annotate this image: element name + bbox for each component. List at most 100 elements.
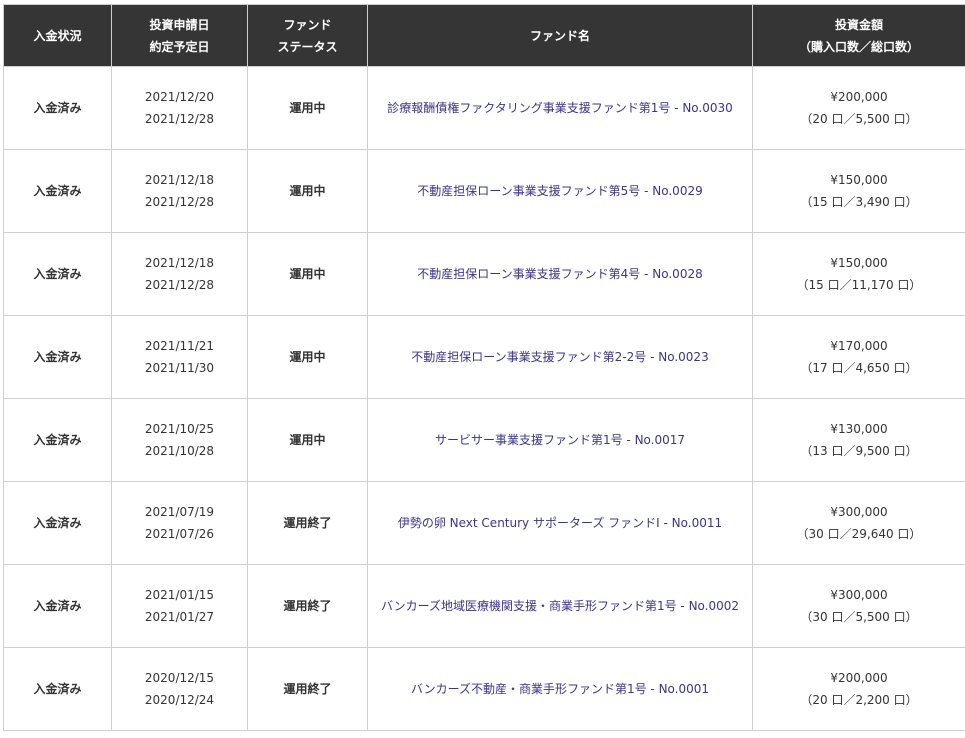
payment-status: 入金済み: [3, 398, 112, 482]
payment-status: 入金済み: [3, 647, 112, 731]
header-label: ファンド名: [529, 28, 590, 43]
dates-cell: 2021/10/25 2021/10/28: [111, 398, 248, 482]
fund-status-text: 運用中: [289, 267, 326, 281]
fund-status: 運用中: [247, 398, 368, 482]
units-count: （30 口／5,500 口）: [800, 610, 918, 624]
amount-cell: ¥170,000 （17 口／4,650 口）: [752, 315, 965, 399]
settle-date: 2021/07/26: [144, 527, 215, 541]
header-fund-status-line1: ファンド: [283, 17, 332, 32]
fund-status-text: 運用終了: [283, 516, 332, 530]
fund-name-link[interactable]: サービサー事業支援ファンド第1号 - No.0017: [435, 433, 685, 447]
fund-name-cell: 不動産担保ローン事業支援ファンド第2-2号 - No.0023: [367, 315, 753, 399]
investment-amount: ¥300,000: [830, 588, 888, 602]
fund-name-cell: 診療報酬債権ファクタリング事業支援ファンド第1号 - No.0030: [367, 66, 753, 150]
investment-history: 入金状況 投資申請日 約定予定日 ファンド ステータス ファンド名 投資金額 （…: [3, 4, 965, 731]
header-applied-date: 投資申請日: [149, 17, 210, 32]
investment-amount: ¥200,000: [830, 671, 888, 685]
fund-name-link[interactable]: 不動産担保ローン事業支援ファンド第2-2号 - No.0023: [411, 350, 708, 364]
units-count: （17 口／4,650 口）: [800, 361, 918, 375]
fund-name-link[interactable]: 伊勢の卵 Next Century サポーターズ ファンドⅠ - No.0011: [398, 516, 722, 530]
table-body: 入金済み 2021/12/20 2021/12/28 運用中 診療報酬債権ファク…: [3, 66, 965, 731]
table-row: 入金済み 2021/12/18 2021/12/28 運用中 不動産担保ローン事…: [3, 149, 965, 233]
payment-status-text: 入金済み: [33, 433, 82, 447]
amount-cell: ¥300,000 （30 口／29,640 口）: [752, 481, 965, 565]
fund-status-text: 運用終了: [283, 599, 332, 613]
fund-status: 運用中: [247, 232, 368, 316]
fund-name-cell: 伊勢の卵 Next Century サポーターズ ファンドⅠ - No.0011: [367, 481, 753, 565]
header-row: 入金状況 投資申請日 約定予定日 ファンド ステータス ファンド名 投資金額 （…: [3, 4, 965, 67]
payment-status: 入金済み: [3, 481, 112, 565]
payment-status-text: 入金済み: [33, 184, 82, 198]
table-row: 入金済み 2021/11/21 2021/11/30 運用中 不動産担保ローン事…: [3, 315, 965, 399]
units-count: （20 口／2,200 口）: [800, 693, 918, 707]
payment-status: 入金済み: [3, 564, 112, 648]
fund-status: 運用終了: [247, 481, 368, 565]
fund-name-link[interactable]: 診療報酬債権ファクタリング事業支援ファンド第1号 - No.0030: [387, 101, 733, 115]
fund-status: 運用終了: [247, 647, 368, 731]
settle-date: 2021/12/28: [144, 278, 215, 292]
table-row: 入金済み 2021/10/25 2021/10/28 運用中 サービサー事業支援…: [3, 398, 965, 482]
table-row: 入金済み 2021/07/19 2021/07/26 運用終了 伊勢の卵 Nex…: [3, 481, 965, 565]
amount-cell: ¥150,000 （15 口／11,170 口）: [752, 232, 965, 316]
payment-status: 入金済み: [3, 149, 112, 233]
dates-cell: 2021/12/20 2021/12/28: [111, 66, 248, 150]
dates-cell: 2021/12/18 2021/12/28: [111, 232, 248, 316]
fund-name-link[interactable]: 不動産担保ローン事業支援ファンド第4号 - No.0028: [417, 267, 702, 281]
fund-name-link[interactable]: バンカーズ不動産・商業手形ファンド第1号 - No.0001: [411, 682, 709, 696]
investment-amount: ¥130,000: [830, 422, 888, 436]
table-row: 入金済み 2021/01/15 2021/01/27 運用終了 バンカーズ地域医…: [3, 564, 965, 648]
amount-cell: ¥300,000 （30 口／5,500 口）: [752, 564, 965, 648]
fund-status-text: 運用終了: [283, 682, 332, 696]
fund-name-link[interactable]: バンカーズ地域医療機関支援・商業手形ファンド第1号 - No.0002: [381, 599, 739, 613]
payment-status-text: 入金済み: [33, 516, 82, 530]
investment-amount: ¥150,000: [830, 173, 888, 187]
applied-date: 2021/12/20: [144, 90, 215, 104]
dates-cell: 2021/11/21 2021/11/30: [111, 315, 248, 399]
settle-date: 2021/10/28: [144, 444, 215, 458]
fund-status-text: 運用中: [289, 101, 326, 115]
header-label: 入金状況: [33, 28, 82, 43]
settle-date: 2021/01/27: [144, 610, 215, 624]
amount-cell: ¥150,000 （15 口／3,490 口）: [752, 149, 965, 233]
applied-date: 2021/12/18: [144, 173, 215, 187]
amount-cell: ¥130,000 （13 口／9,500 口）: [752, 398, 965, 482]
table-header: 入金状況 投資申請日 約定予定日 ファンド ステータス ファンド名 投資金額 （…: [3, 4, 965, 67]
table-row: 入金済み 2021/12/20 2021/12/28 運用中 診療報酬債権ファク…: [3, 66, 965, 150]
dates-cell: 2021/12/18 2021/12/28: [111, 149, 248, 233]
fund-name-link[interactable]: 不動産担保ローン事業支援ファンド第5号 - No.0029: [417, 184, 702, 198]
fund-status-text: 運用中: [289, 350, 326, 364]
fund-name-cell: 不動産担保ローン事業支援ファンド第5号 - No.0029: [367, 149, 753, 233]
payment-status-text: 入金済み: [33, 267, 82, 281]
header-fund-status: ファンド ステータス: [247, 4, 368, 67]
settle-date: 2021/12/28: [144, 195, 215, 209]
fund-status: 運用中: [247, 149, 368, 233]
header-dates: 投資申請日 約定予定日: [111, 4, 248, 67]
units-count: （15 口／3,490 口）: [800, 195, 918, 209]
payment-status-text: 入金済み: [33, 682, 82, 696]
payment-status-text: 入金済み: [33, 350, 82, 364]
units-count: （13 口／9,500 口）: [800, 444, 918, 458]
investment-amount: ¥150,000: [830, 256, 888, 270]
header-amount: 投資金額 （購入口数／総口数）: [752, 4, 965, 67]
fund-name-cell: サービサー事業支援ファンド第1号 - No.0017: [367, 398, 753, 482]
investment-table: 入金状況 投資申請日 約定予定日 ファンド ステータス ファンド名 投資金額 （…: [3, 4, 965, 731]
header-amount-line1: 投資金額: [834, 17, 883, 32]
fund-status: 運用中: [247, 315, 368, 399]
investment-amount: ¥170,000: [830, 339, 888, 353]
units-count: （20 口／5,500 口）: [800, 112, 918, 126]
units-count: （30 口／29,640 口）: [796, 527, 922, 541]
dates-cell: 2021/07/19 2021/07/26: [111, 481, 248, 565]
amount-cell: ¥200,000 （20 口／2,200 口）: [752, 647, 965, 731]
payment-status: 入金済み: [3, 315, 112, 399]
applied-date: 2021/07/19: [144, 505, 215, 519]
dates-cell: 2020/12/15 2020/12/24: [111, 647, 248, 731]
applied-date: 2021/01/15: [144, 588, 215, 602]
fund-name-cell: 不動産担保ローン事業支援ファンド第4号 - No.0028: [367, 232, 753, 316]
table-row: 入金済み 2021/12/18 2021/12/28 運用中 不動産担保ローン事…: [3, 232, 965, 316]
header-settle-date: 約定予定日: [149, 39, 210, 54]
fund-status-text: 運用中: [289, 184, 326, 198]
fund-status-text: 運用中: [289, 433, 326, 447]
settle-date: 2020/12/24: [144, 693, 215, 707]
header-fund-name: ファンド名: [367, 4, 753, 67]
payment-status-text: 入金済み: [33, 599, 82, 613]
